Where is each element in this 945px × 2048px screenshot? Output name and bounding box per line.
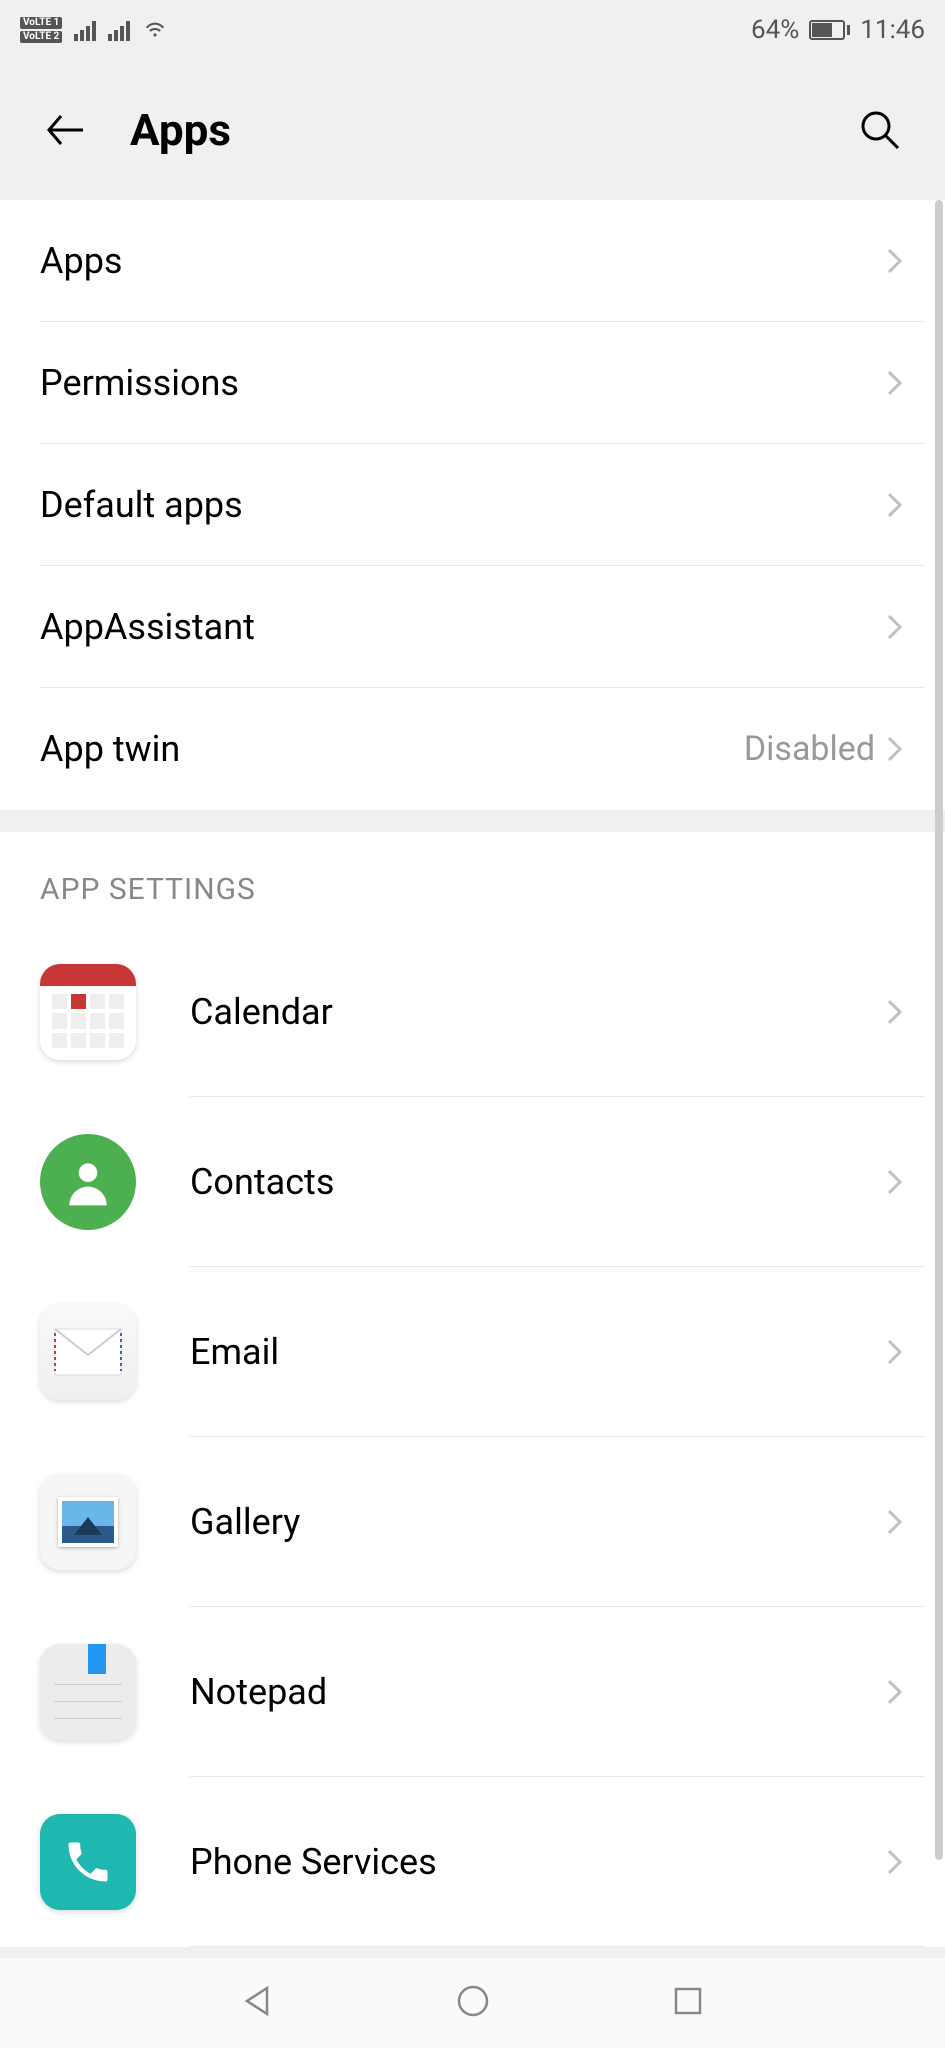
clock: 11:46 xyxy=(860,15,925,45)
volte-1-icon: VoLTE 1 xyxy=(20,17,62,29)
menu-item-label: Default apps xyxy=(40,484,885,526)
app-item-label: Phone Services xyxy=(190,1841,885,1883)
chevron-right-icon xyxy=(885,1337,905,1367)
chevron-right-icon xyxy=(885,612,905,642)
app-item-email[interactable]: Email xyxy=(0,1267,945,1437)
search-button[interactable] xyxy=(855,105,905,155)
menu-item-apps[interactable]: Apps xyxy=(0,200,945,322)
menu-item-permissions[interactable]: Permissions xyxy=(0,322,945,444)
app-settings-section: APP SETTINGS Calendar Contacts xyxy=(0,832,945,1947)
section-header: APP SETTINGS xyxy=(0,832,945,927)
menu-item-default-apps[interactable]: Default apps xyxy=(0,444,945,566)
app-item-label: Notepad xyxy=(190,1671,885,1713)
gallery-icon xyxy=(40,1474,136,1570)
menu-item-app-twin[interactable]: App twin Disabled xyxy=(0,688,945,810)
chevron-right-icon xyxy=(885,246,905,276)
signal-1-icon xyxy=(74,19,96,41)
chevron-right-icon xyxy=(885,734,905,764)
app-item-label: Calendar xyxy=(190,991,885,1033)
header: Apps xyxy=(0,60,945,200)
menu-item-app-assistant[interactable]: AppAssistant xyxy=(0,566,945,688)
search-icon xyxy=(858,108,902,152)
contacts-icon xyxy=(40,1134,136,1230)
app-item-label: Contacts xyxy=(190,1161,885,1203)
email-icon xyxy=(40,1304,136,1400)
volte-indicators: VoLTE 1 VoLTE 2 xyxy=(20,17,62,43)
content: Apps Permissions Default apps AppAssista… xyxy=(0,200,945,1947)
battery-percent: 64% xyxy=(751,15,799,45)
menu-item-label: App twin xyxy=(40,728,744,770)
chevron-right-icon xyxy=(885,1847,905,1877)
app-item-calendar[interactable]: Calendar xyxy=(0,927,945,1097)
menu-item-label: AppAssistant xyxy=(40,606,885,648)
nav-home-button[interactable] xyxy=(454,1982,492,2024)
chevron-right-icon xyxy=(885,1507,905,1537)
status-left: VoLTE 1 VoLTE 2 xyxy=(20,15,168,45)
main-menu-section: Apps Permissions Default apps AppAssista… xyxy=(0,200,945,810)
app-item-label: Email xyxy=(190,1331,885,1373)
menu-item-label: Apps xyxy=(40,240,885,282)
notepad-icon xyxy=(40,1644,136,1740)
app-item-phone-services[interactable]: Phone Services xyxy=(0,1777,945,1947)
page-title: Apps xyxy=(130,104,231,156)
volte-2-icon: VoLTE 2 xyxy=(20,31,62,43)
app-item-label: Gallery xyxy=(190,1501,885,1543)
app-item-notepad[interactable]: Notepad xyxy=(0,1607,945,1777)
circle-home-icon xyxy=(454,1982,492,2020)
section-divider xyxy=(0,810,945,832)
menu-item-value: Disabled xyxy=(744,729,875,769)
menu-item-label: Permissions xyxy=(40,362,885,404)
battery-icon xyxy=(809,20,850,40)
triangle-back-icon xyxy=(239,1982,277,2020)
nav-back-button[interactable] xyxy=(239,1982,277,2024)
back-arrow-icon xyxy=(43,108,87,152)
navigation-bar xyxy=(0,1958,945,2048)
signal-2-icon xyxy=(108,19,130,41)
chevron-right-icon xyxy=(885,368,905,398)
calendar-icon xyxy=(40,964,136,1060)
wifi-icon xyxy=(142,15,168,45)
chevron-right-icon xyxy=(885,490,905,520)
square-recent-icon xyxy=(669,1982,707,2020)
chevron-right-icon xyxy=(885,1677,905,1707)
status-bar: VoLTE 1 VoLTE 2 64% 11:46 xyxy=(0,0,945,60)
status-right: 64% 11:46 xyxy=(751,15,925,45)
chevron-right-icon xyxy=(885,1167,905,1197)
app-item-contacts[interactable]: Contacts xyxy=(0,1097,945,1267)
scroll-indicator[interactable] xyxy=(935,200,943,1860)
back-button[interactable] xyxy=(40,105,90,155)
app-item-gallery[interactable]: Gallery xyxy=(0,1437,945,1607)
nav-recent-button[interactable] xyxy=(669,1982,707,2024)
phone-icon xyxy=(40,1814,136,1910)
chevron-right-icon xyxy=(885,997,905,1027)
